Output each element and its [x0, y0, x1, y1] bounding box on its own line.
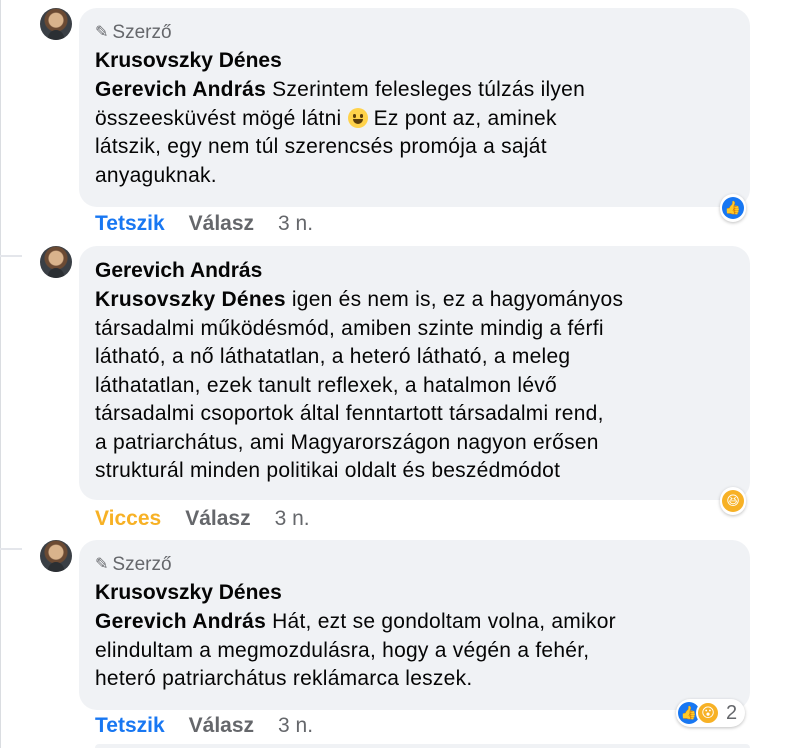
next-comment-edge	[95, 744, 750, 748]
pencil-icon: ✎	[95, 556, 109, 573]
author-badge-label: Szerző	[112, 554, 172, 575]
mention-link[interactable]: Krusovszky Dénes	[95, 288, 286, 311]
haha-button[interactable]: Vicces	[95, 507, 161, 531]
comment-author[interactable]: Gerevich András	[95, 256, 734, 286]
like-button[interactable]: Tetszik	[95, 212, 165, 236]
like-button[interactable]: Tetszik	[95, 714, 165, 738]
mention-link[interactable]: Gerevich András	[95, 610, 266, 633]
thread-connector	[0, 548, 22, 550]
avatar[interactable]	[40, 540, 72, 572]
comment-bubble: Gerevich András Krusovszky Dénes igen és…	[79, 246, 750, 500]
reply-button[interactable]: Válasz	[189, 714, 254, 738]
comment-author[interactable]: Krusovszky Dénes	[95, 46, 734, 76]
like-reaction-icon: 👍	[722, 197, 744, 219]
comment-timestamp[interactable]: 3 n.	[278, 212, 313, 236]
comment-actions: Tetszik Válasz 3 n.	[95, 209, 313, 239]
comment-author[interactable]: Krusovszky Dénes	[95, 578, 734, 608]
comment-text: Gerevich András Szerintem felesleges túl…	[95, 78, 586, 187]
comment-timestamp[interactable]: 3 n.	[275, 507, 310, 531]
comment-timestamp[interactable]: 3 n.	[278, 714, 313, 738]
reaction-summary[interactable]: 😆	[720, 487, 746, 515]
reply-button[interactable]: Válasz	[185, 507, 250, 531]
avatar[interactable]	[40, 246, 72, 278]
grinning-emoji-icon	[347, 107, 368, 128]
wow-reaction-icon: 😮	[696, 701, 720, 725]
comment-bubble: ✎ Szerző Krusovszky Dénes Gerevich Andrá…	[79, 8, 750, 207]
thread-connector	[0, 255, 22, 257]
thread-line	[0, 0, 1, 748]
author-badge: ✎ Szerző	[95, 20, 734, 46]
reaction-summary[interactable]: 👍	[720, 194, 746, 222]
pencil-icon: ✎	[95, 24, 109, 41]
haha-reaction-icon: 😆	[722, 490, 744, 512]
comment-actions: Vicces Válasz 3 n.	[95, 504, 310, 534]
reaction-summary[interactable]: 👍 😮 2	[676, 699, 746, 727]
comment-text: Gerevich András Hát, ezt se gondoltam vo…	[95, 610, 616, 690]
comment-bubble: ✎ Szerző Krusovszky Dénes Gerevich Andrá…	[79, 540, 750, 710]
mention-link[interactable]: Gerevich András	[95, 78, 266, 101]
comment-actions: Tetszik Válasz 3 n.	[95, 711, 313, 741]
reaction-count: 2	[726, 701, 738, 724]
author-badge: ✎ Szerző	[95, 552, 734, 578]
author-badge-label: Szerző	[112, 22, 172, 43]
reply-button[interactable]: Válasz	[189, 212, 254, 236]
comment-text: Krusovszky Dénes igen és nem is, ez a ha…	[95, 288, 624, 482]
avatar[interactable]	[40, 8, 72, 40]
